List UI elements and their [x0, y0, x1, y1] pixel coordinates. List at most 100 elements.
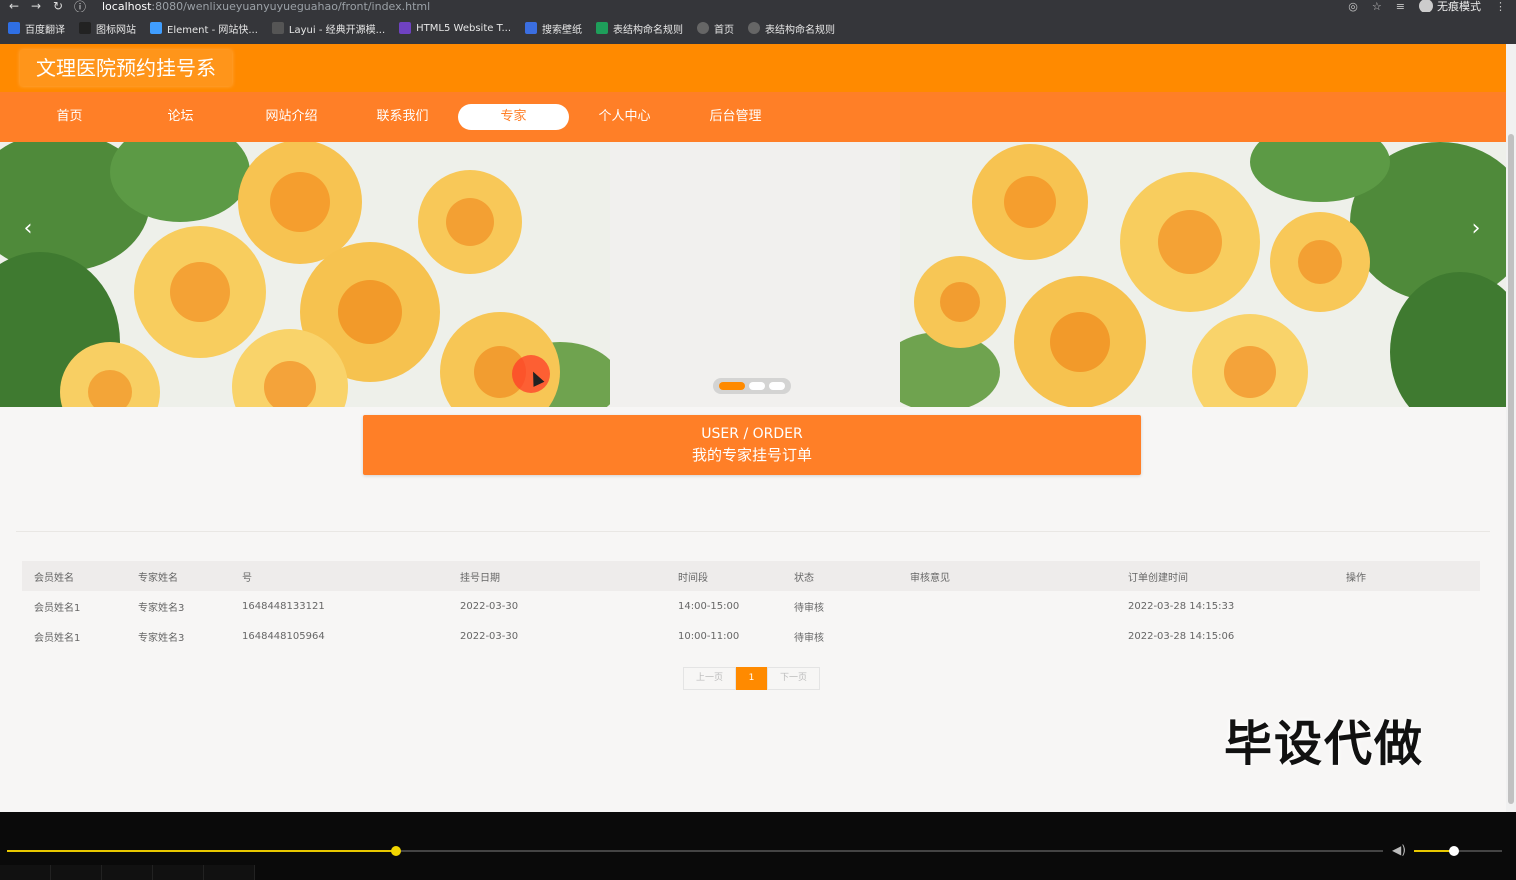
order-table: 会员姓名 专家姓名 号 挂号日期 时间段 状态 审核意见 订单创建时间 操作 会… — [22, 561, 1480, 651]
web-page: 文理医院预约挂号系 首页 论坛 网站介绍 联系我们 专家 个人中心 后台管理 ‹… — [0, 44, 1506, 812]
bookmark[interactable]: Layui - 经典开源模... — [271, 21, 386, 36]
section-heading-cn: 我的专家挂号订单 — [691, 446, 812, 464]
prev-page-button[interactable]: 上一页 — [683, 667, 736, 690]
watermark-text: 毕设代做 — [1224, 716, 1425, 772]
table-cell: 14:00-15:00 — [678, 600, 740, 612]
table-cell: 专家姓名3 — [138, 602, 185, 614]
bookmarks-bar: 百度翻译 图标网站 Element - 网站快... Layui - 经典开源模… — [0, 12, 1516, 44]
carousel-prev-icon[interactable]: ‹ — [16, 216, 40, 241]
bookmark-favicon — [596, 22, 609, 34]
address-bar[interactable]: localhost:8080/wenlixueyuanyuyueguahao/f… — [102, 0, 430, 13]
bookmark-label: 表结构命名规则 — [765, 24, 836, 36]
table-cell: 待审核 — [794, 632, 824, 644]
table-cell: 会员姓名1 — [34, 602, 81, 614]
bookmark-label: 表结构命名规则 — [613, 24, 684, 36]
rose-image-right — [900, 142, 1506, 407]
table-header: 状态 — [794, 572, 814, 584]
bookmark-label: 搜索壁纸 — [542, 24, 583, 36]
divider — [16, 531, 1490, 532]
table-cell: 1648448133121 — [242, 600, 325, 612]
bookmark-label: HTML5 Website T... — [416, 22, 512, 34]
table-cell: 2022-03-30 — [460, 600, 519, 612]
table-cell: 会员姓名1 — [34, 632, 81, 644]
volume-icon[interactable]: ◀) — [1392, 843, 1406, 857]
url-path: :8080/wenlixueyuanyuyueguahao/front/inde… — [151, 0, 431, 13]
eye-off-icon[interactable]: ◎ — [1348, 0, 1358, 13]
bookmark-favicon — [271, 22, 284, 34]
progress-handle[interactable] — [391, 846, 402, 856]
nav-user-center[interactable]: 个人中心 — [569, 104, 680, 130]
volume-handle[interactable] — [1448, 846, 1459, 856]
table-cell: 专家姓名3 — [138, 632, 185, 644]
globe-icon — [697, 22, 710, 34]
carousel-next-icon[interactable]: › — [1464, 216, 1488, 241]
main-nav: 首页 论坛 网站介绍 联系我们 专家 个人中心 后台管理 — [0, 92, 1506, 142]
bookmark-favicon — [525, 22, 538, 34]
globe-icon — [748, 22, 761, 34]
player-control[interactable] — [153, 865, 204, 880]
table-header: 专家姓名 — [138, 572, 178, 584]
table-header-row: 会员姓名 专家姓名 号 挂号日期 时间段 状态 审核意见 订单创建时间 操作 — [22, 561, 1480, 591]
bookmark[interactable]: 首页 — [697, 21, 734, 36]
table-cell: 待审核 — [794, 602, 824, 614]
player-control[interactable] — [204, 865, 255, 880]
scrollbar-thumb[interactable] — [1508, 134, 1514, 804]
bookmark[interactable]: 百度翻译 — [8, 21, 65, 36]
nav-forum[interactable]: 论坛 — [125, 104, 236, 130]
table-header: 会员姓名 — [34, 572, 74, 584]
browser-toolbar: ← → ↻ ⓘ localhost:8080/wenlixueyuanyuyue… — [0, 0, 1516, 14]
table-header: 时间段 — [678, 572, 708, 584]
table-header: 审核意见 — [910, 572, 950, 584]
progress-fill — [7, 850, 397, 852]
player-control[interactable] — [0, 865, 51, 880]
bookmark[interactable]: 表结构命名规则 — [596, 21, 683, 36]
site-title: 文理医院预约挂号系 — [20, 50, 232, 86]
nav-about[interactable]: 网站介绍 — [236, 104, 347, 130]
carousel-dot[interactable] — [719, 382, 745, 390]
carousel-dot[interactable] — [749, 382, 765, 390]
bookmark[interactable]: 搜索壁纸 — [525, 21, 582, 36]
nav-admin[interactable]: 后台管理 — [680, 104, 791, 130]
table-row[interactable]: 会员姓名1 专家姓名3 1648448133121 2022-03-30 14:… — [22, 591, 1480, 621]
bookmark[interactable]: HTML5 Website T... — [399, 22, 511, 34]
banner-carousel[interactable]: ‹ › — [0, 142, 1506, 407]
progress-track[interactable] — [7, 846, 1383, 856]
carousel-dot[interactable] — [769, 382, 785, 390]
section-heading: USER / ORDER 我的专家挂号订单 — [363, 415, 1141, 475]
nav-contact[interactable]: 联系我们 — [347, 104, 458, 130]
table-cell: 2022-03-30 — [460, 630, 519, 642]
table-header: 挂号日期 — [460, 572, 500, 584]
table-header: 操作 — [1346, 572, 1366, 584]
menu-icon[interactable]: ⋮ — [1495, 0, 1506, 13]
table-cell: 2022-03-28 14:15:33 — [1128, 600, 1235, 612]
bookmark-label: 首页 — [714, 24, 735, 36]
bookmark-label: 百度翻译 — [25, 24, 65, 36]
pagination: 上一页 1 下一页 — [683, 667, 820, 690]
bookmark-favicon — [79, 22, 91, 34]
reading-list-icon[interactable]: ≡ — [1396, 0, 1405, 13]
star-icon[interactable]: ☆ — [1372, 0, 1382, 13]
player-control[interactable] — [102, 865, 153, 880]
nav-experts[interactable]: 专家 — [458, 104, 569, 130]
bookmark[interactable]: 图标网站 — [79, 21, 136, 36]
nav-home[interactable]: 首页 — [14, 104, 125, 130]
bookmark[interactable]: Element - 网站快... — [150, 21, 258, 36]
table-cell: 1648448105964 — [242, 630, 325, 642]
player-control[interactable] — [51, 865, 102, 880]
bookmark-favicon — [8, 22, 20, 34]
bookmark-label: Layui - 经典开源模... — [288, 24, 386, 36]
bookmark-label: 图标网站 — [96, 24, 136, 36]
page-scrollbar[interactable] — [1506, 44, 1516, 812]
section-heading-en: USER / ORDER — [701, 426, 803, 442]
video-player-bar: ◀) — [0, 812, 1516, 880]
table-row[interactable]: 会员姓名1 专家姓名3 1648448105964 2022-03-30 10:… — [22, 621, 1480, 651]
volume-track[interactable] — [1414, 846, 1502, 856]
url-host: localhost — [102, 0, 152, 13]
page-1-button[interactable]: 1 — [736, 667, 767, 690]
bookmark[interactable]: 表结构命名规则 — [748, 21, 835, 36]
table-header: 订单创建时间 — [1128, 572, 1188, 584]
bookmark-label: Element - 网站快... — [167, 24, 258, 36]
carousel-indicators — [713, 378, 791, 394]
next-page-button[interactable]: 下一页 — [767, 667, 820, 690]
table-cell: 10:00-11:00 — [678, 630, 740, 642]
